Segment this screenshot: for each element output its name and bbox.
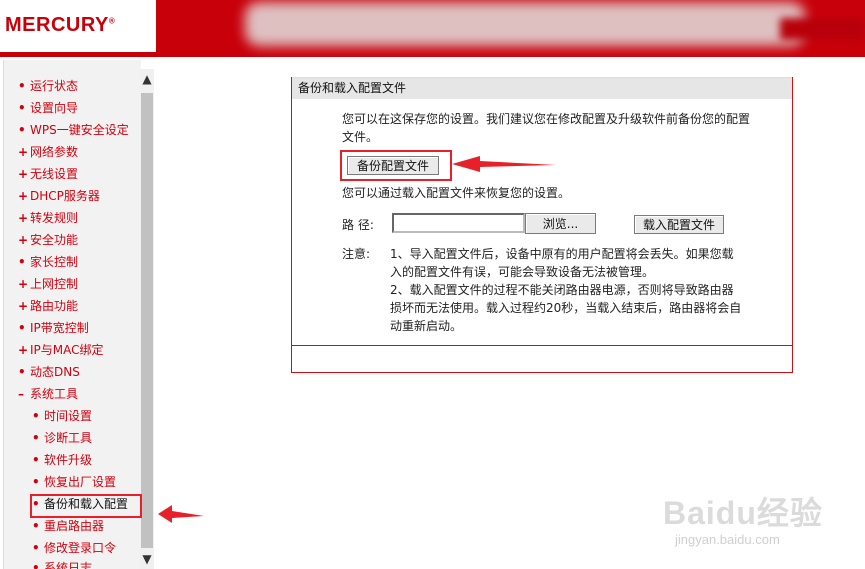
path-label: 路 径:: [342, 218, 374, 232]
sidebar-subitem-upgrade[interactable]: • 软件升级: [32, 449, 92, 471]
backup-config-button[interactable]: 备份配置文件: [347, 156, 439, 175]
blurred-banner: [245, 2, 805, 46]
sidebar-highlight-box: [30, 494, 142, 518]
sidebar-item-parental[interactable]: • 家长控制: [18, 251, 78, 273]
scroll-down-icon[interactable]: ▼: [140, 549, 154, 569]
note-1: 1、导入配置文件后，设备中原有的用户配置将会丢失。如果您载入的配置文件有误，可能…: [390, 247, 734, 279]
sidebar-item-status[interactable]: • 运行状态: [18, 75, 78, 97]
watermark-sub: jingyan.baidu.com: [675, 532, 780, 547]
sidebar-subitem-password[interactable]: • 修改登录口令: [32, 537, 116, 559]
sidebar-item-ddns[interactable]: • 动态DNS: [18, 361, 80, 383]
sidebar-subitem-diagnostics[interactable]: • 诊断工具: [32, 427, 92, 449]
logo-box: MERCURY®: [0, 0, 156, 52]
sidebar-item-wireless[interactable]: + 无线设置: [18, 163, 78, 185]
sidebar-item-network[interactable]: + 网络参数: [18, 141, 78, 163]
sidebar-item-ip-mac[interactable]: + IP与MAC绑定: [18, 339, 104, 361]
scroll-thumb[interactable]: [141, 93, 153, 548]
panel-divider: [291, 345, 793, 346]
blurred-banner-edge: [780, 18, 865, 40]
header-bar: MERCURY®: [0, 0, 865, 57]
intro-text: 您可以在这保存您的设置。我们建议您在修改配置及升级软件前备份您的配置文件。: [342, 112, 751, 144]
path-input[interactable]: [392, 213, 525, 233]
sidebar-subitem-time[interactable]: • 时间设置: [32, 405, 92, 427]
sidebar-item-bandwidth[interactable]: • IP带宽控制: [18, 317, 89, 339]
sidebar-subitem-reboot[interactable]: • 重启路由器: [32, 515, 104, 537]
sidebar-item-routing[interactable]: + 路由功能: [18, 295, 78, 317]
sidebar-item-security[interactable]: + 安全功能: [18, 229, 78, 251]
sidebar-item-forwarding[interactable]: + 转发规则: [18, 207, 78, 229]
sidebar-item-dhcp[interactable]: + DHCP服务器: [18, 185, 100, 207]
note-2: 2、载入配置文件的过程不能关闭路由器电源，否则将导致路由器损坏而无法使用。载入过…: [390, 283, 742, 333]
right-arrow-annotation-icon: [452, 156, 556, 172]
sidebar-item-wps[interactable]: • WPS一键安全设定: [18, 119, 129, 141]
baidu-watermark: Baidu经验 jingyan.baidu.com: [663, 470, 863, 560]
note-label: 注意:: [342, 247, 371, 261]
sidebar-item-wizard[interactable]: • 设置向导: [18, 97, 78, 119]
sidebar-item-system-tools[interactable]: – 系统工具: [18, 383, 78, 405]
mercury-logo: MERCURY®: [5, 14, 116, 36]
watermark-main: Baidu经验: [663, 495, 823, 531]
browse-button[interactable]: 浏览...: [525, 213, 596, 234]
sidebar-subitem-syslog[interactable]: • 系统日志: [32, 557, 92, 569]
left-arrow-annotation-icon: [158, 505, 204, 523]
scroll-up-icon[interactable]: ▲: [140, 69, 154, 89]
sidebar-subitem-factory-reset[interactable]: • 恢复出厂设置: [32, 471, 116, 493]
load-config-button[interactable]: 载入配置文件: [634, 215, 724, 234]
sidebar-item-access-control[interactable]: + 上网控制: [18, 273, 78, 295]
restore-text: 您可以通过载入配置文件来恢复您的设置。: [342, 186, 571, 200]
